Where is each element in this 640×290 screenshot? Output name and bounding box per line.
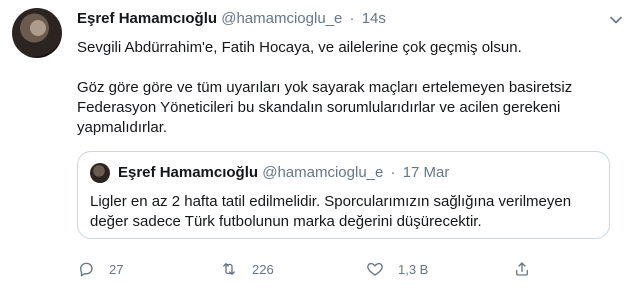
tweet-paragraph-1: Sevgili Abdürrahim'e, Fatih Hocaya, ve a… [77,39,522,56]
tweet-time[interactable]: 14s [362,10,386,27]
quoted-separator-dot: · [390,164,396,181]
tweet-text: Sevgili Abdürrahim'e, Fatih Hocaya, ve a… [77,38,612,138]
like-button[interactable]: 1,3 B [366,258,428,280]
share-button[interactable] [513,258,545,280]
tweet-paragraph-2: Göz göre göre ve tüm uyarıları yok sayar… [77,79,573,136]
tweet-header: Eşref Hamamcıoğlu @hamamcioglu_e · 14s [77,10,600,32]
heart-icon [367,262,383,276]
quoted-text: Ligler en az 2 hafta tatil edilmelidir. … [90,193,572,230]
retweet-icon [223,263,235,275]
quoted-avatar [90,163,110,183]
chevron-down-icon[interactable] [606,10,626,30]
share-icon [516,262,528,276]
separator-dot: · [349,10,355,27]
reply-button[interactable]: 27 [77,258,123,280]
quoted-date: 17 Mar [402,164,450,181]
tweet-card[interactable]: Eşref Hamamcıoğlu @hamamcioglu_e · 14s S… [0,0,640,290]
retweet-count: 226 [252,261,274,277]
like-count: 1,3 B [398,261,429,277]
author-handle[interactable]: @hamamcioglu_e [221,10,342,27]
reply-icon [80,262,93,277]
reply-count: 27 [109,261,124,277]
retweet-button[interactable]: 226 [220,258,274,280]
action-bar: 27 226 1,3 B [77,258,557,280]
quoted-author-name: Eşref Hamamcıoğlu [118,164,259,181]
quoted-author-handle: @hamamcioglu_e [262,164,384,181]
author-name[interactable]: Eşref Hamamcıoğlu [77,10,217,27]
quoted-header: Eşref Hamamcıoğlu @hamamcioglu_e · 17 Ma… [118,164,449,181]
avatar[interactable] [12,8,62,58]
quoted-tweet[interactable]: Eşref Hamamcıoğlu @hamamcioglu_e · 17 Ma… [77,151,610,239]
